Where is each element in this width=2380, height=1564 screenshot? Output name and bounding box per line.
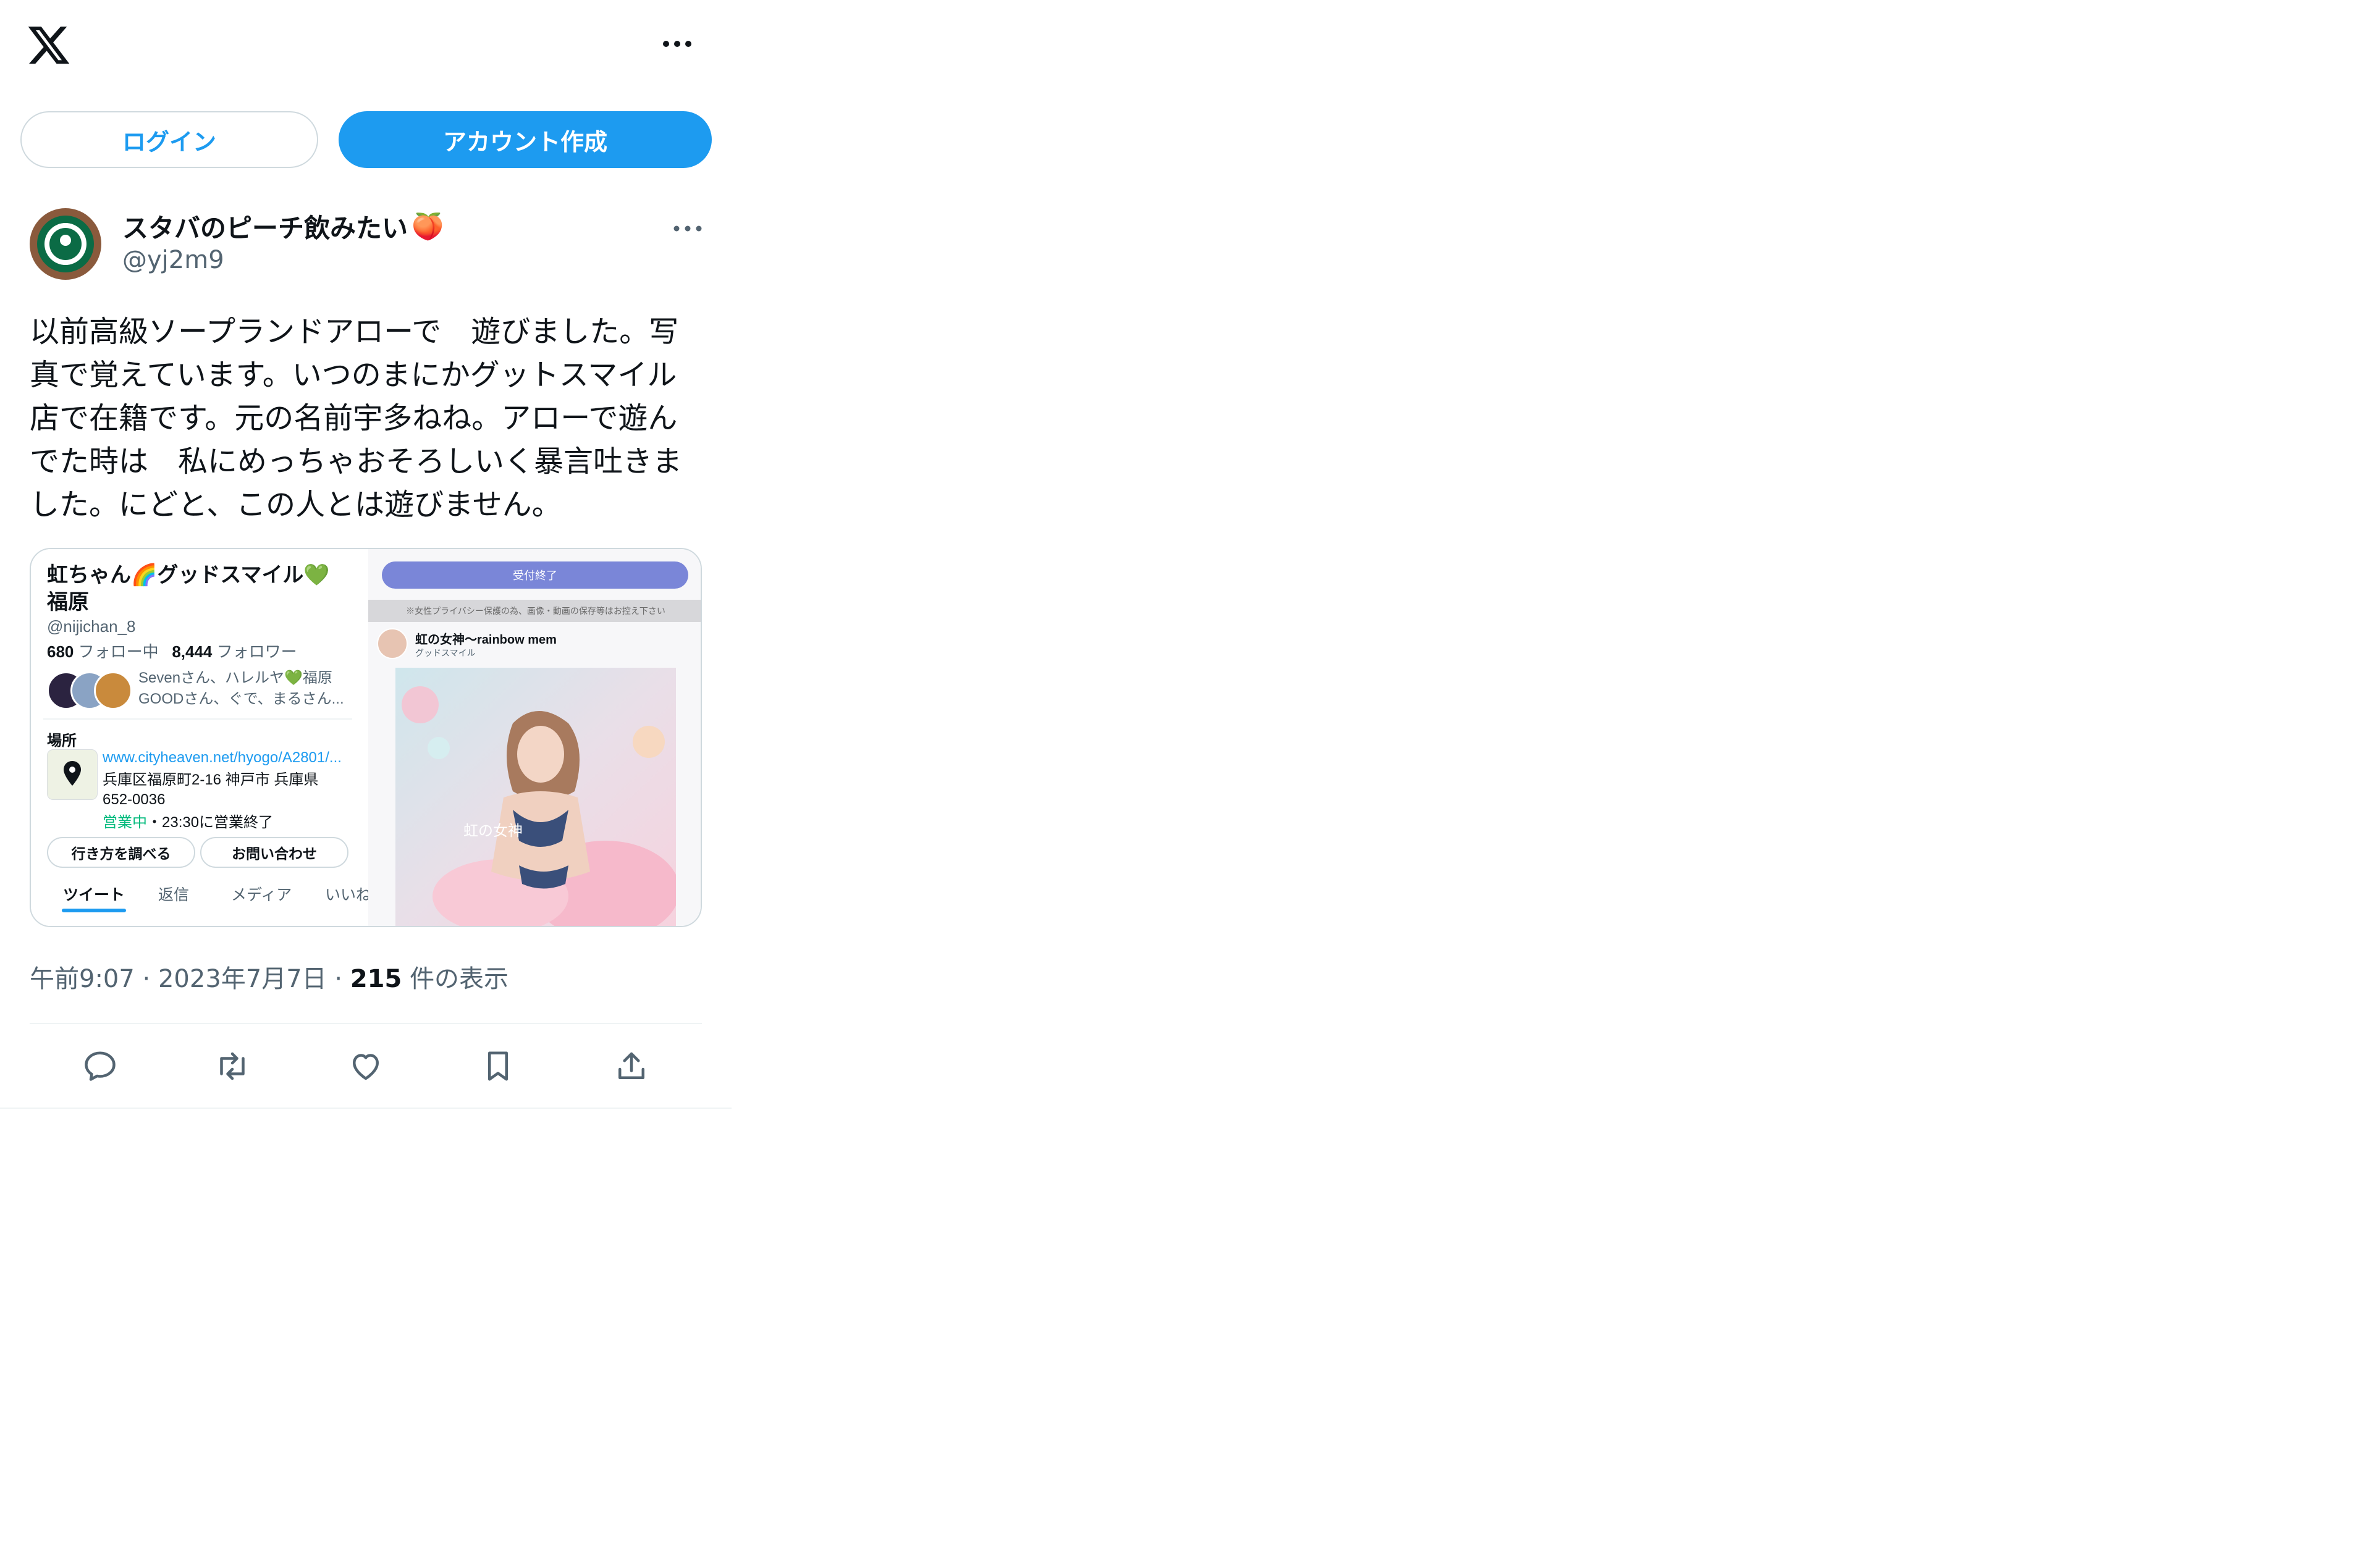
divider <box>43 718 352 720</box>
following-count: 680 <box>47 642 74 661</box>
post-photo: 虹の女神 <box>395 668 676 926</box>
followers-count: 8,444 <box>172 642 213 661</box>
tweet-meta: 午前9:07 · 2023年7月7日 · 215 件の表示 <box>30 959 508 994</box>
tab-media: メディア <box>231 886 292 904</box>
peach-icon: 🍑 <box>411 211 444 242</box>
views-label: 件の表示 <box>410 965 509 993</box>
meta-separator: · <box>334 965 343 993</box>
tab-underline <box>62 909 126 912</box>
share-icon[interactable] <box>612 1046 651 1086</box>
login-button[interactable]: ログイン <box>20 111 318 168</box>
contact-button: お問い合わせ <box>200 837 348 868</box>
more-horizontal-icon[interactable] <box>666 216 709 241</box>
more-horizontal-icon[interactable] <box>657 28 697 59</box>
followers-label: フォロワー <box>216 642 297 661</box>
post-subtitle: グッドスマイル <box>415 648 476 658</box>
author-name[interactable]: スタバのピーチ飲みたい 🍑 <box>122 208 444 245</box>
open-hours-text: ・23:30に営業終了 <box>147 814 274 831</box>
status-pill: 受付終了 <box>382 561 688 589</box>
profile-address: 兵庫区福原町2-16 神戸市 兵庫県 652-0036 <box>103 771 319 808</box>
author-handle[interactable]: @yj2m9 <box>122 246 224 274</box>
directions-button: 行き方を調べる <box>47 837 195 868</box>
post-avatar <box>377 628 408 659</box>
media-profile-handle: @nijichan_8 <box>47 617 136 636</box>
open-status: 営業中 <box>103 814 147 831</box>
tweet-text: 以前高級ソープランドアローで 遊びました。写 真で覚えています。いつのまにかグッ… <box>30 314 683 522</box>
tweet-media-image[interactable]: 虹ちゃん🌈グッドスマイル💚 福原 @nijichan_8 680 フォロー中 8… <box>30 548 702 927</box>
reply-icon[interactable] <box>80 1046 120 1086</box>
map-pin-icon <box>47 749 98 800</box>
post-title: 虹の女神〜rainbow mem <box>415 633 557 647</box>
views-count: 215 <box>350 965 402 993</box>
privacy-band: ※女性プライバシー保護の為、画像・動画の保存等はお控え下さい <box>368 600 701 622</box>
tab-tweets: ツイート <box>63 886 125 904</box>
known-followers-avatars <box>47 671 133 711</box>
tweet-date[interactable]: 2023年7月7日 <box>158 965 327 993</box>
open-hours: 営業中・23:30に営業終了 <box>103 810 273 831</box>
profile-url: www.cityheaven.net/hyogo/A2801/... <box>103 749 342 766</box>
author-name-text: スタバのピーチ飲みたい <box>122 213 408 243</box>
media-profile-tabs: ツイート 返信 メディア いいね <box>43 883 371 920</box>
retweet-icon[interactable] <box>213 1046 252 1086</box>
media-post-panel: 受付終了 ※女性プライバシー保護の為、画像・動画の保存等はお控え下さい 虹の女神… <box>368 549 701 926</box>
tab-likes: いいね <box>325 886 372 904</box>
x-logo-icon[interactable] <box>26 22 72 68</box>
bookmark-icon[interactable] <box>478 1046 518 1086</box>
divider <box>30 1023 702 1024</box>
divider <box>0 1108 732 1109</box>
following-label: フォロー中 <box>78 642 159 661</box>
photo-caption: 虹の女神 <box>463 822 523 839</box>
signup-button[interactable]: アカウント作成 <box>339 111 712 168</box>
avatar[interactable] <box>30 208 101 280</box>
tweet-time[interactable]: 午前9:07 <box>30 965 135 993</box>
media-follow-counts: 680 フォロー中 8,444 フォロワー <box>47 639 297 662</box>
place-label: 場所 <box>47 733 77 749</box>
like-icon[interactable] <box>346 1046 386 1086</box>
media-profile-name: 虹ちゃん🌈グッドスマイル💚 福原 <box>47 563 330 614</box>
known-followers-text: Sevenさん、ハレルヤ💚福原 GOODさん、ぐで、まるさん... <box>138 670 344 707</box>
meta-separator: · <box>142 965 151 993</box>
tab-replies: 返信 <box>158 886 190 904</box>
media-profile-panel: 虹ちゃん🌈グッドスマイル💚 福原 @nijichan_8 680 フォロー中 8… <box>31 549 371 926</box>
